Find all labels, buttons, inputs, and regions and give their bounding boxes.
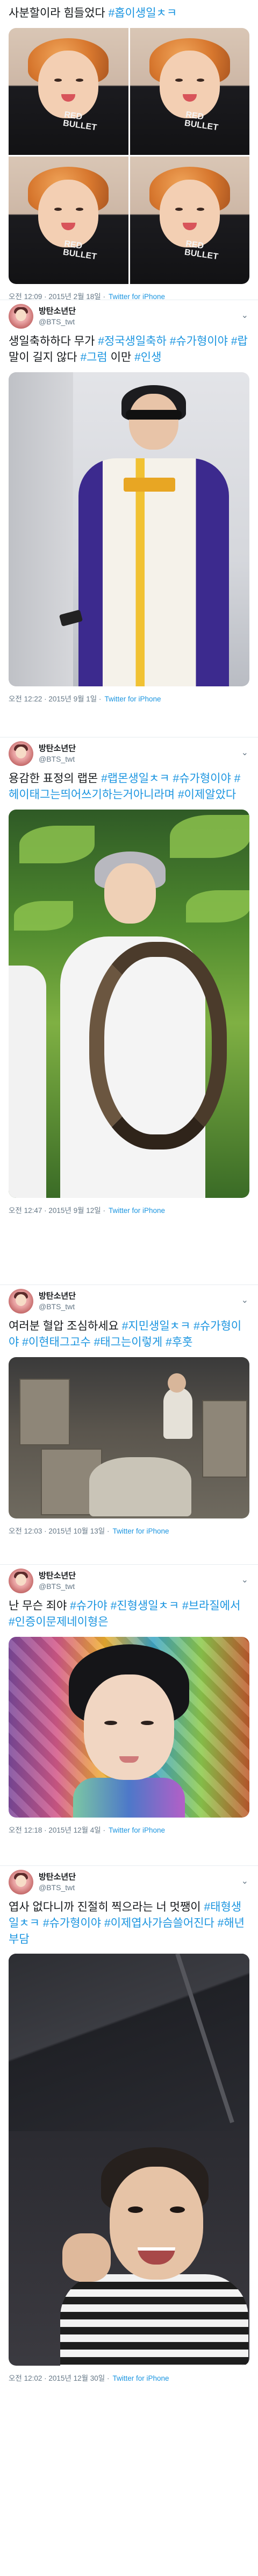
hashtag-link[interactable]: #태그는이렇게 <box>94 1336 163 1349</box>
tweet-photo[interactable] <box>9 1357 249 1518</box>
tweet-header: 방탄소년단 @BTS_twt ⌄ <box>9 1285 249 1317</box>
hashtag-link[interactable]: #인생 <box>134 351 161 364</box>
hashtag-link[interactable]: #슈가야 <box>70 1600 108 1612</box>
tweet-photo[interactable]: RED BULLET <box>130 27 249 155</box>
tweet-text: 엽사 없다니까 진절히 찍으라는 너 멋쨍이 #태형생일ㅊㅋ #슈가형이야 #이… <box>9 1899 249 1947</box>
hashtag-link[interactable]: #랍 <box>231 335 248 347</box>
chevron-down-icon[interactable]: ⌄ <box>241 310 248 321</box>
tweet-photo[interactable]: RED BULLET <box>9 157 128 284</box>
hashtag-link[interactable]: #진형생일ㅊㅋ <box>111 1600 180 1612</box>
avatar[interactable] <box>9 1569 33 1593</box>
tweet-photo[interactable] <box>9 1636 249 1818</box>
tweet-header: 방탄소년단 @BTS_twt ⌄ <box>9 1866 249 1898</box>
tweet-text: 여러분 혈압 조심하세요 #지민생일ㅊㅋ #슈가형이야 #이현태그고수 #태그는… <box>9 1318 249 1351</box>
chevron-down-icon[interactable]: ⌄ <box>241 1295 248 1305</box>
display-name[interactable]: 방탄소년단 <box>39 306 76 317</box>
hashtag-link[interactable]: #이현태그고수 <box>22 1336 91 1349</box>
tweet-text: 난 무슨 죄야 #슈가야 #진형생일ㅊㅋ #브라질에서 #인증이문제네이형은 <box>9 1598 249 1630</box>
tweet-photo[interactable] <box>9 809 249 1198</box>
handle[interactable]: @BTS_twt <box>39 1581 76 1591</box>
tweet-source[interactable]: Twitter for iPhone <box>112 2374 169 2382</box>
tweet-source[interactable]: Twitter for iPhone <box>109 1207 165 1215</box>
tweet-text-segment: 이만 <box>107 351 135 364</box>
tweet[interactable]: 방탄소년단 @BTS_twt ⌄ 생일축하하다 무가 #정국생일축하 #슈가형이… <box>0 300 258 737</box>
avatar[interactable] <box>9 741 33 766</box>
tweet-header: 방탄소년단 @BTS_twt ⌄ <box>9 1565 249 1597</box>
tweet[interactable]: 방탄소년단 @BTS_twt ⌄ 엽사 없다니까 진절히 찍으라는 너 멋쨍이 … <box>0 1866 258 2420</box>
tweet-source[interactable]: Twitter for iPhone <box>104 695 161 703</box>
hashtag-link[interactable]: #후훗 <box>166 1336 192 1349</box>
tweet[interactable]: 방탄소년단 @BTS_twt ⌄ 여러분 혈압 조심하세요 #지민생일ㅊㅋ #슈… <box>0 1285 258 1565</box>
tweet-timestamp[interactable]: 오전 12:03 · 2015년 10월 13일 · Twitter for iP… <box>9 1518 249 1541</box>
tweet-header: 방탄소년단 @BTS_twt ⌄ <box>9 300 249 332</box>
tweet-photo-grid[interactable]: RED BULLET RED BULLET RED BULLET RED BULLET <box>9 27 249 284</box>
tweet-timestamp[interactable]: 오전 12:09 · 2015년 2월 18일 · Twitter for iPh… <box>9 284 249 300</box>
chevron-down-icon[interactable]: ⌄ <box>241 747 248 758</box>
tweet-timestamp[interactable]: 오전 12:47 · 2015년 9월 12일 · Twitter for iPh… <box>9 1198 249 1220</box>
tweet-source[interactable]: Twitter for iPhone <box>112 1527 169 1535</box>
hashtag-link[interactable]: #슈가형이야 <box>173 772 231 785</box>
display-name[interactable]: 방탄소년단 <box>39 1571 76 1581</box>
tweet-text-segment: 여러분 혈압 조심하세요 <box>9 1320 122 1332</box>
tweet-text: 사분할이라 힘들었다 #홉이생일ㅊㅋ <box>9 5 249 22</box>
tweet-text-segment: 말이 길지 않다 <box>9 351 81 364</box>
handle[interactable]: @BTS_twt <box>39 1302 76 1311</box>
hashtag-link[interactable]: #슈가형이야 <box>43 1917 101 1929</box>
tweet-timestamp[interactable]: 오전 12:02 · 2015년 12월 30일 · Twitter for iP… <box>9 2366 249 2388</box>
tweet-text: 생일축하하다 무가 #정국생일축하 #슈가형이야 #랍 말이 길지 않다 #그럼… <box>9 333 249 366</box>
tweet-text-segment: 용감한 표정의 랩몬 <box>9 772 102 785</box>
display-name[interactable]: 방탄소년단 <box>39 1872 76 1883</box>
hashtag-link[interactable]: #홉이생일ㅊㅋ <box>109 7 177 19</box>
handle[interactable]: @BTS_twt <box>39 1883 76 1892</box>
hashtag-link[interactable]: #이제엽사가슴쓸어진다 <box>104 1917 214 1929</box>
shirt-print: RED BULLET <box>183 110 219 133</box>
tweet-text-segment: 난 무슨 죄야 <box>9 1600 70 1612</box>
tweet-timestamp[interactable]: 오전 12:22 · 2015년 9월 1일 · Twitter for iPho… <box>9 686 249 709</box>
hashtag-link[interactable]: #그럼 <box>80 351 107 364</box>
hashtag-link[interactable]: #지민생일ㅊㅋ <box>122 1320 191 1332</box>
avatar[interactable] <box>9 304 33 329</box>
shirt-print: RED BULLET <box>183 239 219 262</box>
hashtag-link[interactable]: #랩몬생일ㅊㅋ <box>101 772 170 785</box>
tweet-text-segment: 사분할이라 힘들었다 <box>9 7 109 19</box>
hashtag-link[interactable]: #정국생일축하 <box>98 335 167 347</box>
tweet-photo[interactable] <box>9 372 249 686</box>
tweet-source[interactable]: Twitter for iPhone <box>109 293 165 300</box>
hashtag-link[interactable]: #브라질에서 <box>182 1600 240 1612</box>
tweet-photo[interactable]: RED BULLET <box>130 157 249 284</box>
tweet-timestamp[interactable]: 오전 12:18 · 2015년 12월 4일 · Twitter for iPh… <box>9 1818 249 1840</box>
tweet[interactable]: 방탄소년단 @BTS_twt ⌄ 난 무슨 죄야 #슈가야 #진형생일ㅊㅋ #브… <box>0 1565 258 1866</box>
tweet-photo[interactable] <box>9 1954 249 2366</box>
tweet[interactable]: 방탄소년단 @BTS_twt ⌄ 용감한 표정의 랩몬 #랩몬생일ㅊㅋ #슈가형… <box>0 737 258 1285</box>
tweet-text: 용감한 표정의 랩몬 #랩몬생일ㅊㅋ #슈가형이야 #헤이태그는띄어쓰기하는거아… <box>9 771 249 803</box>
tweet-text-segment: 생일축하하다 무가 <box>9 335 98 347</box>
chevron-down-icon[interactable]: ⌄ <box>241 1876 248 1886</box>
hashtag-link[interactable]: #인증이문제네이형은 <box>9 1616 109 1628</box>
tweet-source[interactable]: Twitter for iPhone <box>109 1826 165 1834</box>
chevron-down-icon[interactable]: ⌄ <box>241 1574 248 1585</box>
tweet-feed: 사분할이라 힘들었다 #홉이생일ㅊㅋ RED BULLET RED BULLET R… <box>0 0 258 2420</box>
hashtag-link[interactable]: #슈가형이야 <box>170 335 228 347</box>
hashtag-link[interactable]: #이제알았다 <box>178 789 236 801</box>
display-name[interactable]: 방탄소년단 <box>39 1291 76 1302</box>
tweet-text-segment: 엽사 없다니까 진절히 찍으라는 너 멋쨍이 <box>9 1901 204 1913</box>
avatar[interactable] <box>9 1870 33 1894</box>
tweet[interactable]: 사분할이라 힘들었다 #홉이생일ㅊㅋ RED BULLET RED BULLET R… <box>0 0 258 300</box>
avatar[interactable] <box>9 1289 33 1314</box>
display-name[interactable]: 방탄소년단 <box>39 743 76 754</box>
tweet-header: 방탄소년단 @BTS_twt ⌄ <box>9 737 249 770</box>
tweet-photo[interactable]: RED BULLET <box>9 27 128 155</box>
shirt-print: RED BULLET <box>62 239 98 262</box>
handle[interactable]: @BTS_twt <box>39 754 76 764</box>
shirt-print: RED BULLET <box>62 110 98 133</box>
handle[interactable]: @BTS_twt <box>39 317 76 327</box>
